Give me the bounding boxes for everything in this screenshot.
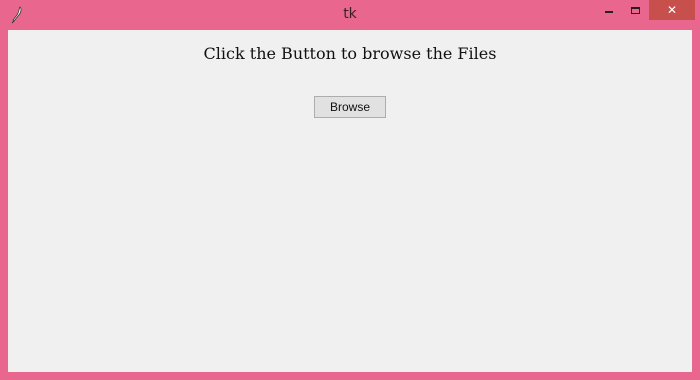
close-button[interactable]: ✕ [649, 0, 695, 20]
client-area: Click the Button to browse the Files Bro… [8, 30, 692, 372]
title-bar[interactable]: tk ✕ [0, 0, 700, 30]
window-title: tk [343, 6, 357, 22]
instruction-label: Click the Button to browse the Files [203, 44, 497, 63]
maximize-icon [630, 6, 640, 14]
minimize-icon [605, 11, 613, 13]
app-window: tk ✕ Click the Button to browse the File… [0, 0, 700, 380]
close-icon: ✕ [666, 3, 678, 17]
minimize-button[interactable] [596, 0, 622, 20]
maximize-button[interactable] [622, 0, 648, 20]
browse-button[interactable]: Browse [314, 96, 386, 118]
